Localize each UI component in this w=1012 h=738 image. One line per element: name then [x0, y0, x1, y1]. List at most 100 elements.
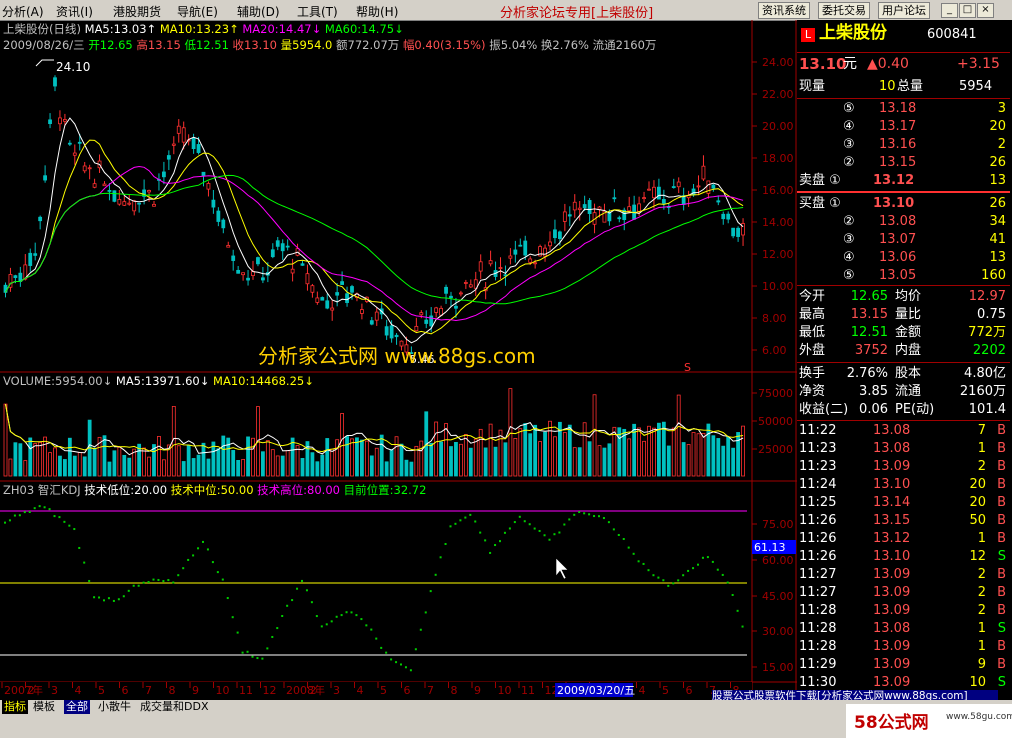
- candle-body: [285, 245, 290, 248]
- tick-direction: B: [997, 585, 1006, 600]
- divider: [797, 420, 1010, 421]
- volume-bar: [444, 423, 448, 477]
- info-system-button[interactable]: 资讯系统: [758, 2, 810, 19]
- volume-bar: [3, 403, 8, 477]
- kdj-point: [261, 657, 264, 660]
- volume-bar: [221, 435, 226, 477]
- kdj-point: [266, 647, 269, 650]
- candle-body: [325, 300, 330, 309]
- volume-bar: [270, 449, 275, 477]
- menu-assist[interactable]: 辅助(D): [237, 3, 280, 20]
- stat-value: 13.15: [850, 307, 888, 322]
- trade-button[interactable]: 委托交易: [818, 2, 870, 19]
- bid-price: 13.05: [879, 268, 917, 283]
- bid-row: ② 13.08 34: [797, 213, 1010, 231]
- candle-body: [310, 285, 315, 293]
- tick-direction: B: [997, 531, 1006, 546]
- volume-bar: [23, 460, 28, 477]
- volume-bar: [582, 422, 587, 477]
- candle-body: [211, 199, 216, 208]
- kdj-point: [409, 669, 412, 672]
- ask-price: 13.12: [873, 173, 915, 188]
- date-tick-label: 8: [451, 684, 458, 697]
- ask-volume: 26: [989, 155, 1006, 170]
- kdj-point: [226, 597, 229, 600]
- stat-label: 今开: [799, 289, 826, 304]
- tick-time: 11:27: [799, 585, 837, 600]
- header-segment: 量5954.0: [281, 38, 336, 52]
- price-tick-label: 14.00: [762, 216, 794, 229]
- tick-volume: 20: [969, 495, 986, 510]
- kdj-point: [731, 593, 734, 596]
- bid-row: ⑤ 13.05 160: [797, 267, 1010, 285]
- kdj-point: [325, 623, 328, 626]
- tab-volume-ddx[interactable]: 成交量和DDX: [140, 700, 208, 714]
- menu-help[interactable]: 帮助(H): [356, 3, 398, 20]
- candle-body: [647, 188, 651, 191]
- kdj-tick-label: 75.00: [762, 518, 794, 531]
- kdj-point: [508, 527, 511, 530]
- tick-row: 11:26 13.10 12 S: [797, 548, 1010, 566]
- kdj-tick-label: 45.00: [762, 590, 794, 603]
- stat-row: 外盘 3752 内盘 2202: [797, 342, 1010, 360]
- volume-bar: [285, 450, 290, 477]
- kdj-point: [281, 615, 284, 618]
- high-marker-arrow-icon: [35, 59, 54, 67]
- volume-bar: [260, 451, 265, 477]
- header-segment: 额772.07万: [336, 38, 403, 52]
- kdj-point: [602, 517, 605, 520]
- candle-body: [369, 320, 374, 325]
- menu-navigate[interactable]: 导航(E): [177, 3, 218, 20]
- candle-body: [201, 171, 206, 177]
- tick-time: 11:27: [799, 567, 837, 582]
- maximize-icon[interactable]: □: [959, 3, 976, 18]
- kdj-point: [672, 582, 675, 585]
- menu-tools[interactable]: 工具(T): [297, 3, 338, 20]
- volume-bar: [483, 447, 488, 477]
- tab-xiaosanniu[interactable]: 小散牛: [98, 700, 131, 714]
- minimize-icon[interactable]: _: [941, 3, 958, 18]
- stat-row: 最高 13.15 量比 0.75: [797, 306, 1010, 324]
- date-tick-label: 7: [427, 684, 434, 697]
- kdj-point: [202, 540, 204, 543]
- forum-button[interactable]: 用户论坛: [878, 2, 930, 19]
- kdj-point: [172, 581, 175, 584]
- kdj-tick-label: 30.00: [762, 625, 794, 638]
- menu-info[interactable]: 资讯(I): [56, 3, 93, 20]
- ask-row: ⑤ 13.18 3: [797, 100, 1010, 118]
- menu-hk-futures[interactable]: 港股期货: [113, 3, 161, 20]
- header-segment: 开12.65: [88, 38, 136, 52]
- close-icon[interactable]: ×: [977, 3, 994, 18]
- kdj-point: [593, 515, 596, 518]
- tab-all[interactable]: 全部: [64, 700, 90, 714]
- candle-body: [498, 267, 503, 269]
- kdj-point: [499, 540, 501, 543]
- kdj-point: [721, 573, 724, 576]
- header-segment: ZH03 智汇KDJ: [3, 483, 84, 497]
- date-tick-label: 9: [192, 684, 199, 697]
- volume-bar: [384, 461, 389, 477]
- candle-body: [196, 144, 201, 153]
- bid-price: 13.10: [873, 196, 915, 211]
- menu-analysis[interactable]: 分析(A): [2, 3, 44, 20]
- kdj-point: [211, 561, 214, 564]
- tick-direction: B: [997, 441, 1006, 456]
- kdj-point: [419, 628, 422, 631]
- candle-body: [43, 175, 47, 181]
- tab-indicator[interactable]: 指标: [2, 700, 28, 714]
- kline-chart[interactable]: 24.00 22.00 20.00 18.00 16.00 14.00 12.00 10.00…: [0, 20, 797, 700]
- candle-body: [275, 240, 280, 247]
- axis-labels: 24.00 22.00 20.00 18.00 16.00 14.00 12.00 10.00…: [752, 56, 794, 674]
- kdj-point: [33, 507, 36, 510]
- volume-bar: [642, 440, 646, 477]
- volume-bar: [379, 434, 384, 477]
- volume-bar: [122, 454, 127, 477]
- divider: [797, 98, 1010, 99]
- candle-body: [206, 183, 211, 190]
- kdj-point: [543, 534, 546, 537]
- tab-template[interactable]: 模板: [33, 700, 55, 714]
- kdj-point: [395, 661, 398, 664]
- tick-direction: S: [997, 549, 1006, 564]
- date-tick-label: 10: [216, 684, 230, 697]
- tick-price: 13.09: [873, 567, 911, 582]
